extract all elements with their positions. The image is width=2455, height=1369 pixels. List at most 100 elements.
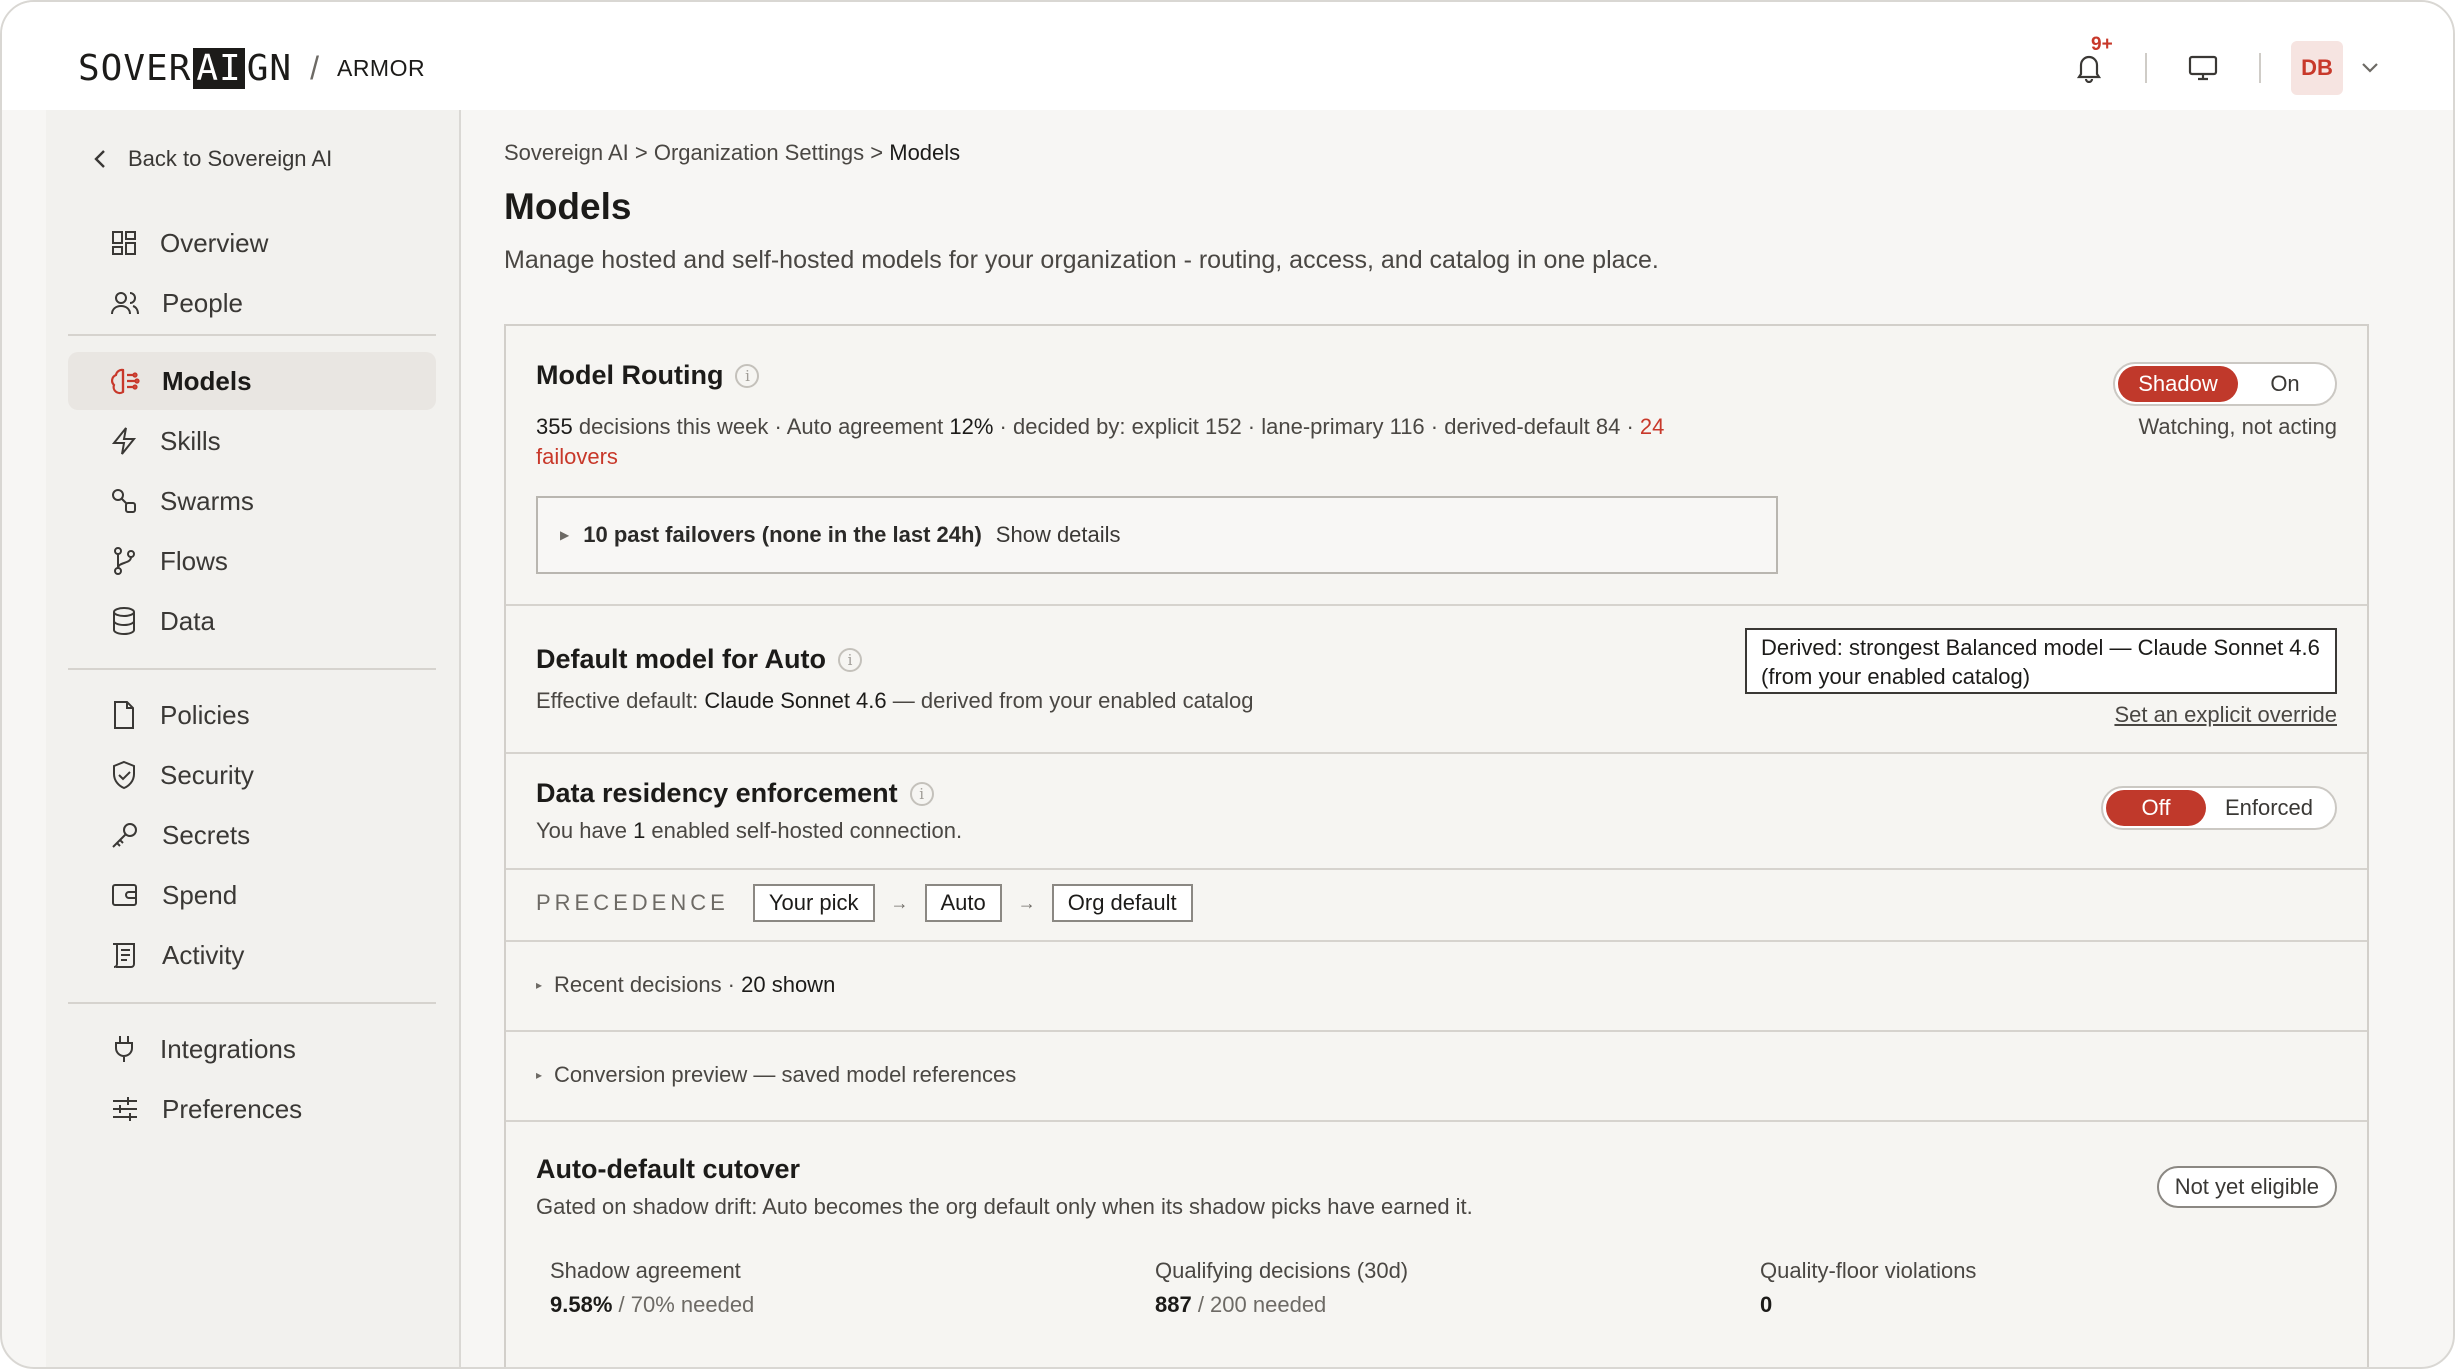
chevron-left-icon: [94, 150, 105, 168]
sidebar-item-skills[interactable]: Skills: [68, 412, 436, 470]
default-model-heading: Default model for Auto i: [536, 644, 862, 675]
sidebar-item-data[interactable]: Data: [68, 592, 436, 650]
cutover-title: Auto-default cutover: [536, 1154, 801, 1184]
default-model-title: Default model for Auto: [536, 644, 826, 674]
wallet-icon: [112, 884, 137, 906]
chevron-down-icon[interactable]: [2361, 62, 2379, 74]
triangle-right-icon: ▸: [536, 978, 543, 992]
sidebar-item-label: Overview: [160, 227, 269, 258]
bolt-icon: [111, 427, 137, 455]
sidebar-item-overview[interactable]: Overview: [68, 214, 436, 272]
header-divider: [2259, 53, 2261, 83]
sidebar-item-flows[interactable]: Flows: [68, 532, 436, 590]
decisions-count: 355: [536, 414, 573, 439]
bell-icon: [2076, 55, 2102, 83]
sidebar-item-label: People: [162, 287, 243, 318]
stat-value: 887 / 200 needed: [1155, 1292, 1408, 1318]
info-icon[interactable]: i: [909, 781, 934, 806]
page-subtitle: Manage hosted and self-hosted models for…: [504, 246, 1659, 274]
sidebar-item-models[interactable]: Models: [68, 352, 436, 410]
triangle-right-icon: ▸: [536, 1068, 543, 1082]
stat-label: Quality-floor violations: [1760, 1258, 1977, 1283]
decided-by-breakdown: · decided by: explicit 152 · lane-primar…: [993, 414, 1640, 439]
breadcrumb: Sovereign AI > Organization Settings > M…: [504, 140, 960, 166]
logo-text-start: SOVER: [78, 48, 192, 89]
grid-icon: [112, 231, 136, 255]
eligibility-status-badge: Not yet eligible: [2156, 1166, 2337, 1208]
explicit-override-link[interactable]: Set an explicit override: [2114, 702, 2337, 728]
key-icon: [112, 823, 137, 848]
arrow-right-icon: →: [1017, 892, 1036, 913]
toggle-option-off[interactable]: Off: [2106, 790, 2206, 826]
past-failovers-expander[interactable]: ▶ 10 past failovers (none in the last 24…: [536, 496, 1778, 574]
sidebar: Back to Sovereign AI Overview People Mod…: [46, 110, 461, 1367]
sidebar-item-people[interactable]: People: [68, 274, 436, 332]
sidebar-divider: [68, 1002, 436, 1004]
notifications-button[interactable]: 9+: [2063, 34, 2115, 96]
precedence-chip-your-pick: Your pick: [752, 884, 875, 922]
sidebar-item-label: Secrets: [162, 819, 251, 850]
breadcrumb-root[interactable]: Sovereign AI: [504, 140, 629, 165]
cutover-heading: Auto-default cutover: [536, 1154, 800, 1185]
shield-icon: [113, 760, 135, 790]
users-icon: [111, 292, 139, 315]
recent-decisions-section: ▸ Recent decisions · 20 shown: [506, 942, 2367, 1032]
plug-icon: [115, 1036, 133, 1062]
routing-stats-line: 355 decisions this week · Auto agreement…: [536, 414, 1664, 440]
sidebar-item-preferences[interactable]: Preferences: [68, 1080, 436, 1138]
branch-icon: [114, 547, 135, 575]
toggle-option-on[interactable]: On: [2238, 366, 2332, 402]
data-residency-title: Data residency enforcement: [536, 778, 898, 808]
logo-separator: /: [310, 50, 319, 86]
breadcrumb-separator: >: [628, 140, 654, 165]
model-routing-section: Model Routing i 355 decisions this week …: [506, 326, 2367, 606]
derived-model-box[interactable]: Derived: strongest Balanced model — Clau…: [1745, 628, 2337, 694]
stat-value: 9.58% / 70% needed: [550, 1292, 754, 1318]
sidebar-item-security[interactable]: Security: [68, 746, 436, 804]
show-details-link[interactable]: Show details: [996, 522, 1121, 548]
stat-value-number: 0: [1760, 1292, 1773, 1317]
back-link[interactable]: Back to Sovereign AI: [94, 146, 332, 172]
data-residency-section: Data residency enforcement i You have 1 …: [506, 754, 2367, 870]
conversion-preview-expander[interactable]: ▸ Conversion preview — saved model refer…: [536, 1062, 1016, 1088]
sidebar-item-swarms[interactable]: Swarms: [68, 472, 436, 530]
logo-wordmark: SOVER AI GN: [78, 48, 292, 89]
sidebar-item-spend[interactable]: Spend: [68, 866, 436, 924]
sidebar-item-integrations[interactable]: Integrations: [68, 1020, 436, 1078]
sidebar-item-label: Skills: [160, 425, 221, 456]
brain-icon: [111, 368, 140, 395]
residency-toggle[interactable]: Off Enforced: [2101, 786, 2337, 830]
toggle-option-shadow[interactable]: Shadow: [2118, 366, 2238, 402]
product-name: ARMOR: [336, 55, 426, 81]
precedence-chip-org-default: Org default: [1051, 884, 1193, 922]
recent-decisions-expander[interactable]: ▸ Recent decisions · 20 shown: [536, 972, 835, 998]
effective-default-note: — derived from your enabled catalog: [886, 688, 1254, 713]
info-icon[interactable]: i: [838, 647, 862, 672]
sidebar-item-activity[interactable]: Activity: [68, 926, 436, 984]
auto-default-cutover-section: Auto-default cutover Gated on shadow dri…: [506, 1122, 2367, 1367]
sidebar-item-policies[interactable]: Policies: [68, 686, 436, 744]
nodes-icon: [112, 489, 136, 513]
routing-mode-toggle[interactable]: Shadow On: [2113, 362, 2337, 406]
sidebar-item-label: Data: [160, 605, 215, 636]
residency-text-prefix: You have: [536, 818, 634, 843]
monitor-icon: [2188, 55, 2218, 81]
breadcrumb-parent[interactable]: Organization Settings: [654, 140, 864, 165]
precedence-section: PRECEDENCE Your pick → Auto → Org defaul…: [506, 870, 2367, 942]
toggle-option-enforced[interactable]: Enforced: [2206, 790, 2332, 826]
sidebar-item-secrets[interactable]: Secrets: [68, 806, 436, 864]
display-button[interactable]: [2177, 40, 2229, 96]
conversion-preview-section: ▸ Conversion preview — saved model refer…: [506, 1032, 2367, 1122]
failovers-count: 24: [1639, 414, 1665, 439]
stat-value-target: / 70% needed: [612, 1292, 755, 1317]
brand-logo[interactable]: SOVER AI GN / ARMOR: [78, 48, 425, 89]
user-avatar[interactable]: DB: [2291, 41, 2343, 95]
precedence-chain: PRECEDENCE Your pick → Auto → Org defaul…: [536, 884, 1193, 922]
info-icon[interactable]: i: [735, 363, 760, 388]
top-header: SOVER AI GN / ARMOR 9+ DB: [2, 2, 2453, 110]
stat-label: Shadow agreement: [550, 1258, 741, 1283]
stat-value-target: / 200 needed: [1191, 1292, 1327, 1317]
stat-qualifying-decisions: Qualifying decisions (30d) 887 / 200 nee…: [1155, 1258, 1408, 1318]
logo-text-end: GN: [246, 48, 293, 89]
logo-text-ai: AI: [193, 48, 245, 89]
